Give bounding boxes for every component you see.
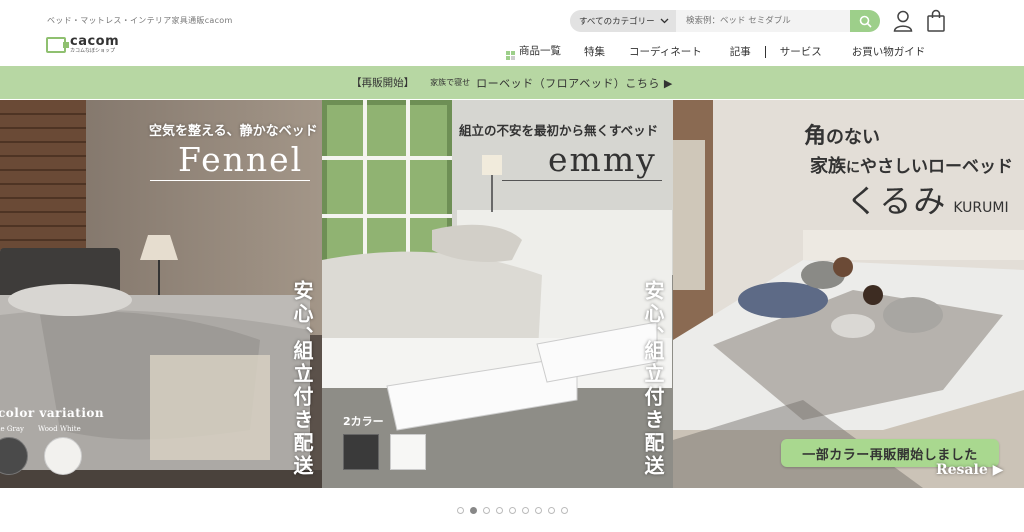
carousel-dot[interactable] — [547, 507, 555, 514]
grid-icon — [506, 51, 515, 60]
carousel-dot[interactable] — [521, 507, 529, 514]
emmy-title: emmy — [548, 140, 657, 179]
nav-item-services[interactable]: サービス — [780, 44, 822, 59]
kurumi-name-jp: くるみ — [846, 182, 948, 220]
emmy-subtitle: 組立の不安を最初から無くすベッド — [459, 123, 659, 138]
nav-item-products-label: 商品一覧 — [519, 45, 561, 57]
user-icon — [893, 10, 913, 32]
kurumi-name-en: KURUMI — [953, 200, 1009, 216]
chevron-down-icon — [660, 17, 669, 26]
nav-divider — [764, 45, 766, 58]
logo-icon — [46, 36, 69, 53]
fennel-swatch-label-1: ne Gray — [0, 425, 24, 433]
cart-button[interactable] — [926, 9, 946, 32]
nav-item-articles[interactable]: 記事 — [730, 44, 751, 59]
fennel-rule — [150, 180, 310, 181]
fennel-title: Fennel — [178, 140, 304, 179]
emmy-swatch-black — [343, 434, 379, 470]
banner-label: 【再販開始】 — [351, 77, 415, 89]
kurumi-resale-text: 一部カラー再販開始しました — [802, 447, 978, 463]
emmy-vertical-2: 組立付き配送 — [641, 340, 665, 478]
fennel-swatch-label-2: Wood White — [38, 425, 81, 433]
carousel-dot[interactable] — [495, 507, 503, 514]
emmy-swatch-white — [390, 434, 426, 470]
nav-item-features[interactable]: 特集 — [584, 44, 605, 59]
nav-item-guide[interactable]: お買い物ガイド — [852, 44, 926, 59]
carousel-dot[interactable] — [560, 507, 568, 514]
kurumi-line-2a: 家族 — [810, 156, 846, 177]
kurumi-line-2b: に — [846, 160, 860, 176]
carousel-dots — [0, 507, 1024, 514]
slide-kurumi[interactable]: 角のない 家族にやさしいローベッド くるみ KURUMI 一部カラー再販開始しま… — [673, 100, 1024, 488]
site-logo[interactable]: cacom カコムなぼショップ — [46, 35, 119, 54]
kurumi-line-1a: 角 — [804, 123, 827, 149]
category-select-value: すべてのカテゴリー — [579, 17, 655, 27]
banner-link-text: ローベッド（フロアベッド）こちら ▶ — [476, 76, 673, 90]
kurumi-line-2: 家族にやさしいローベッド — [810, 152, 1013, 178]
kurumi-line-2c: やさしいローベッド — [860, 157, 1013, 177]
category-select[interactable]: すべてのカテゴリー — [570, 10, 676, 32]
site-header: ベッド・マットレス・インテリア家具通販cacom cacom カコムなぼショップ… — [0, 0, 1024, 66]
carousel-dot-active[interactable] — [469, 507, 477, 514]
emmy-vertical-1: 安心、 — [641, 280, 665, 349]
nav-item-products[interactable]: 商品一覧 — [506, 43, 561, 60]
nav-item-coordinate[interactable]: コーディネート — [629, 44, 702, 59]
slide-emmy[interactable]: 組立の不安を最初から無くすベッド emmy 安心、 組立付き配送 2カラー — [322, 100, 673, 488]
site-tagline: ベッド・マットレス・インテリア家具通販cacom — [47, 16, 233, 25]
slide-fennel[interactable]: 空気を整える、静かなベッド Fennel 安心、 組立付き配送 color va… — [0, 100, 322, 488]
kurumi-line-1b: のない — [826, 127, 881, 148]
emmy-rule — [502, 180, 662, 181]
hero-carousel: 空気を整える、静かなベッド Fennel 安心、 組立付き配送 color va… — [0, 100, 1024, 488]
fennel-vertical-2: 組立付き配送 — [290, 340, 314, 478]
kurumi-line-1: 角のない — [804, 118, 880, 150]
carousel-dot[interactable] — [482, 507, 490, 514]
logo-sub: カコムなぼショップ — [70, 48, 116, 54]
carousel-dot[interactable] — [534, 507, 542, 514]
fennel-vertical-1: 安心、 — [290, 280, 314, 349]
search-button[interactable] — [850, 10, 880, 32]
account-button[interactable] — [893, 10, 913, 32]
kurumi-resale-en: Resale ▶ — [936, 462, 1004, 478]
banner-small-text: 家族で寝せ — [430, 78, 471, 87]
carousel-dot[interactable] — [508, 507, 516, 514]
kurumi-line-3: くるみ KURUMI — [846, 176, 1009, 222]
search-icon — [859, 15, 872, 28]
fennel-swatch-white — [44, 437, 82, 475]
carousel-dot[interactable] — [456, 507, 464, 514]
fennel-subtitle: 空気を整える、静かなベッド — [149, 124, 318, 139]
main-nav: 商品一覧 特集 コーディネート 記事 サービス お買い物ガイド — [506, 43, 925, 60]
shopping-bag-icon — [927, 9, 945, 32]
logo-word: cacom — [70, 34, 120, 49]
announcement-banner[interactable]: 【再販開始】 家族で寝せ ローベッド（フロアベッド）こちら ▶ — [0, 66, 1024, 99]
search-input[interactable] — [676, 10, 850, 32]
emmy-colors-label: 2カラー — [343, 415, 384, 428]
fennel-color-variation: color variation — [0, 406, 105, 420]
search-bar: すべてのカテゴリー — [570, 10, 880, 32]
